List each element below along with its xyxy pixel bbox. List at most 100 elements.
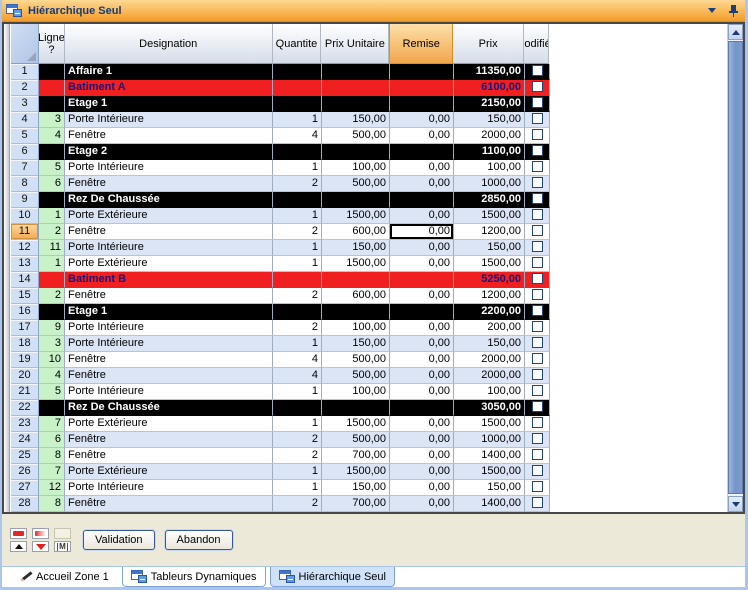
- cell-prix[interactable]: 2000,00: [454, 352, 525, 368]
- cell-remise[interactable]: 0,00: [390, 128, 454, 144]
- cell-prix-unitaire[interactable]: 1500,00: [322, 464, 390, 480]
- cell-prix[interactable]: 1500,00: [454, 464, 525, 480]
- cell-prix-unitaire[interactable]: [322, 144, 390, 160]
- cell-prix-unitaire[interactable]: [322, 272, 390, 288]
- row-header[interactable]: 23: [11, 416, 39, 432]
- cell-designation[interactable]: Fenêtre: [65, 176, 273, 192]
- cell-designation[interactable]: Etage 2: [65, 144, 273, 160]
- cell-remise[interactable]: 0,00: [390, 256, 454, 272]
- pin-icon[interactable]: [728, 4, 739, 18]
- cell-quantite[interactable]: [273, 272, 322, 288]
- cell-remise[interactable]: 0,00: [390, 288, 454, 304]
- cell-prix[interactable]: 100,00: [454, 384, 525, 400]
- cell-quantite[interactable]: 1: [273, 464, 322, 480]
- cell-ligne[interactable]: 1: [39, 256, 65, 272]
- tab-hierarchique-seul[interactable]: Hiérarchique Seul: [270, 567, 395, 587]
- cell-quantite[interactable]: 2: [273, 432, 322, 448]
- cell-prix-unitaire[interactable]: 500,00: [322, 176, 390, 192]
- cell-remise[interactable]: 0,00: [390, 448, 454, 464]
- cell-prix-unitaire[interactable]: 150,00: [322, 112, 390, 128]
- tab-accueil-zone-1[interactable]: Accueil Zone 1: [10, 567, 118, 587]
- cell-prix[interactable]: 1000,00: [454, 176, 525, 192]
- row-header[interactable]: 5: [11, 128, 39, 144]
- cell-prix-unitaire[interactable]: 100,00: [322, 160, 390, 176]
- modified-checkbox[interactable]: [532, 145, 543, 156]
- row-header[interactable]: 14: [11, 272, 39, 288]
- row-header[interactable]: 10: [11, 208, 39, 224]
- cell-ligne[interactable]: 2: [39, 224, 65, 240]
- cell-prix[interactable]: 1400,00: [454, 448, 525, 464]
- row-header[interactable]: 17: [11, 320, 39, 336]
- cell-designation[interactable]: Porte Intérieure: [65, 240, 273, 256]
- cell-remise[interactable]: 0,00: [390, 336, 454, 352]
- scroll-up-button[interactable]: [728, 24, 743, 40]
- cell-remise[interactable]: 0,00: [390, 176, 454, 192]
- modified-checkbox[interactable]: [532, 209, 543, 220]
- row-header[interactable]: 16: [11, 304, 39, 320]
- cell-prix[interactable]: 150,00: [454, 336, 525, 352]
- column-header-prix[interactable]: Prix: [453, 24, 524, 64]
- cell-quantite[interactable]: 1: [273, 240, 322, 256]
- cell-quantite[interactable]: [273, 96, 322, 112]
- vertical-scrollbar[interactable]: [727, 24, 743, 512]
- cell-designation[interactable]: Porte Intérieure: [65, 112, 273, 128]
- modified-checkbox[interactable]: [532, 225, 543, 236]
- cell-remise[interactable]: [390, 144, 454, 160]
- cell-ligne[interactable]: [39, 400, 65, 416]
- cell-designation[interactable]: Porte Extérieure: [65, 208, 273, 224]
- cell-prix[interactable]: 3050,00: [454, 400, 525, 416]
- modified-checkbox[interactable]: [532, 465, 543, 476]
- cell-designation[interactable]: Etage 1: [65, 96, 273, 112]
- cell-prix-unitaire[interactable]: 600,00: [322, 224, 390, 240]
- chevron-down-icon[interactable]: [708, 8, 716, 13]
- cell-prix-unitaire[interactable]: [322, 64, 390, 80]
- cell-quantite[interactable]: 4: [273, 352, 322, 368]
- cell-ligne[interactable]: 1: [39, 208, 65, 224]
- column-header-prix-unitaire[interactable]: Prix Unitaire: [321, 24, 389, 64]
- cell-prix[interactable]: 2000,00: [454, 128, 525, 144]
- cell-quantite[interactable]: 1: [273, 384, 322, 400]
- cell-prix-unitaire[interactable]: 1500,00: [322, 416, 390, 432]
- modified-checkbox[interactable]: [532, 497, 543, 508]
- cell-ligne[interactable]: 2: [39, 288, 65, 304]
- row-header[interactable]: 26: [11, 464, 39, 480]
- cell-remise[interactable]: 0,00: [390, 368, 454, 384]
- collapse-fade-bar-icon[interactable]: [32, 528, 49, 539]
- row-header[interactable]: 20: [11, 368, 39, 384]
- cell-prix-unitaire[interactable]: 150,00: [322, 240, 390, 256]
- cell-remise[interactable]: [390, 96, 454, 112]
- cell-designation[interactable]: Rez De Chaussée: [65, 192, 273, 208]
- cell-prix[interactable]: 1000,00: [454, 432, 525, 448]
- row-header[interactable]: 3: [11, 96, 39, 112]
- cell-prix-unitaire[interactable]: [322, 304, 390, 320]
- modified-checkbox[interactable]: [532, 401, 543, 412]
- cell-remise[interactable]: 0,00: [390, 240, 454, 256]
- modified-checkbox[interactable]: [532, 337, 543, 348]
- cell-remise[interactable]: 0,00: [390, 496, 454, 512]
- row-header[interactable]: 6: [11, 144, 39, 160]
- cell-remise[interactable]: 0,00: [390, 352, 454, 368]
- expand-up-icon[interactable]: [10, 541, 27, 552]
- cell-ligne[interactable]: [39, 272, 65, 288]
- cell-ligne[interactable]: 6: [39, 432, 65, 448]
- cell-prix[interactable]: 100,00: [454, 160, 525, 176]
- cell-prix[interactable]: 2200,00: [454, 304, 525, 320]
- cell-designation[interactable]: Fenêtre: [65, 128, 273, 144]
- modified-checkbox[interactable]: [532, 321, 543, 332]
- cell-ligne[interactable]: 7: [39, 416, 65, 432]
- cell-prix-unitaire[interactable]: 1500,00: [322, 208, 390, 224]
- cell-quantite[interactable]: 2: [273, 448, 322, 464]
- cell-quantite[interactable]: 4: [273, 368, 322, 384]
- cell-remise[interactable]: 0,00: [390, 416, 454, 432]
- scrollbar-thumb[interactable]: [728, 41, 743, 494]
- cell-prix-unitaire[interactable]: [322, 80, 390, 96]
- select-all-cell[interactable]: [11, 24, 39, 64]
- cell-remise[interactable]: 0,00: [390, 384, 454, 400]
- modified-checkbox[interactable]: [532, 257, 543, 268]
- modified-checkbox[interactable]: [532, 241, 543, 252]
- modified-checkbox[interactable]: [532, 129, 543, 140]
- row-header[interactable]: 9: [11, 192, 39, 208]
- cell-designation[interactable]: Fenêtre: [65, 448, 273, 464]
- cell-prix[interactable]: 5250,00: [454, 272, 525, 288]
- cell-remise[interactable]: 0,00: [390, 480, 454, 496]
